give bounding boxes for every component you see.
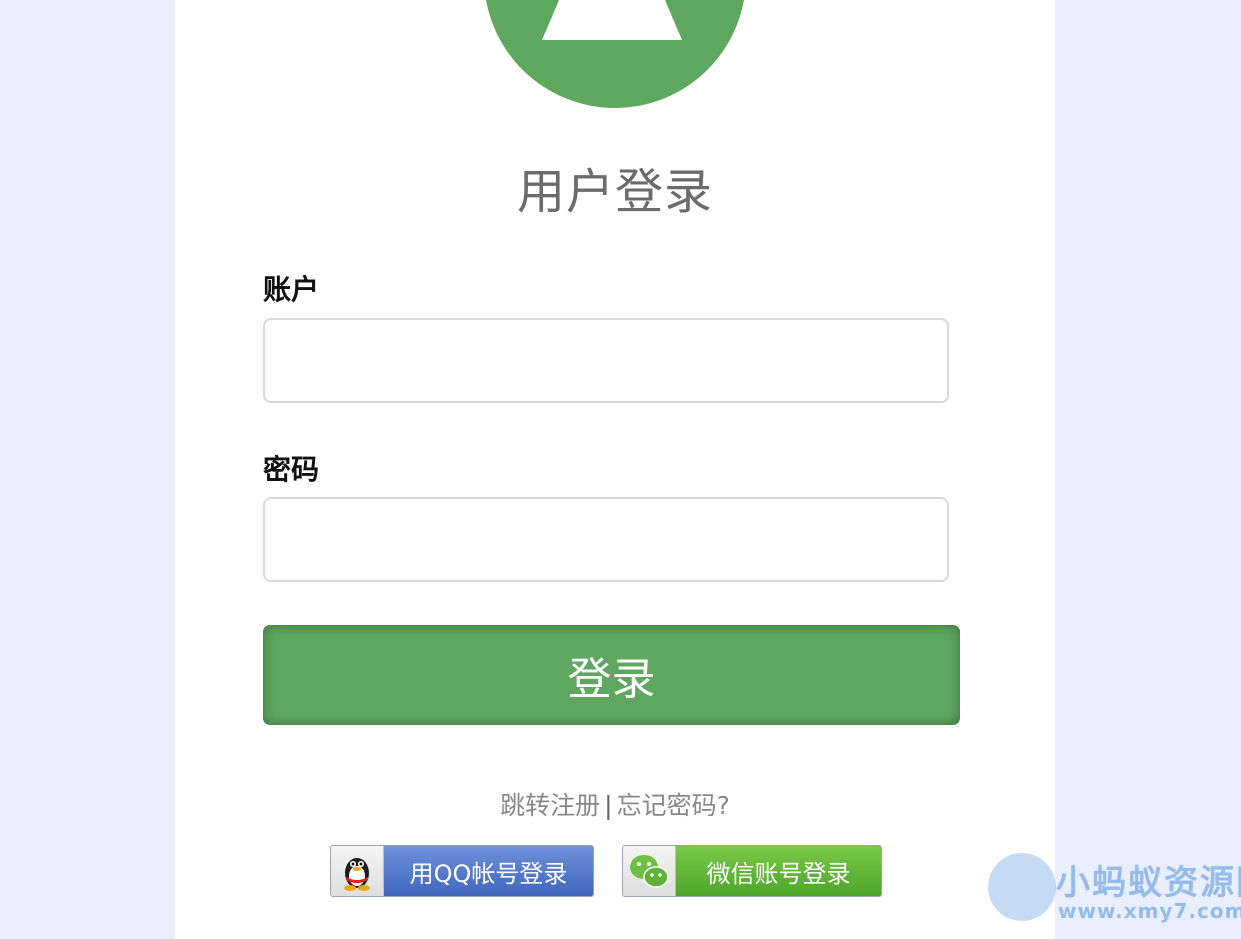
forgot-password-link[interactable]: 忘记密码?: [617, 791, 730, 820]
register-link[interactable]: 跳转注册: [500, 791, 600, 820]
watermark-name: 小蚂蚁资源网: [1056, 863, 1241, 903]
site-watermark: 小蚂蚁资源网 www.xmy7.com: [988, 853, 1241, 933]
page-title: 用户登录: [516, 164, 713, 220]
watermark-url: www.xmy7.com: [1058, 899, 1241, 923]
password-label: 密码: [263, 453, 320, 486]
login-button[interactable]: 登录: [263, 625, 960, 725]
qq-penguin-icon: [331, 846, 384, 896]
wechat-login-button[interactable]: 微信账号登录: [622, 845, 882, 897]
wechat-icon: [623, 846, 676, 896]
watermark-logo-icon: [988, 853, 1056, 921]
qq-login-button[interactable]: 用QQ帐号登录: [330, 845, 594, 897]
qq-login-label: 用QQ帐号登录: [384, 846, 593, 896]
avatar-body-shape: [542, 0, 682, 40]
wechat-login-label: 微信账号登录: [676, 846, 881, 896]
auth-links: 跳转注册 | 忘记密码?: [0, 786, 1230, 822]
account-label: 账户: [263, 273, 320, 306]
account-input[interactable]: [263, 318, 949, 403]
login-page: 用户登录 账户 密码 登录 跳转注册 | 忘记密码? 用QQ帐号登录 微信账号登…: [0, 0, 1241, 939]
link-separator: |: [604, 791, 613, 820]
password-input[interactable]: [263, 497, 949, 582]
